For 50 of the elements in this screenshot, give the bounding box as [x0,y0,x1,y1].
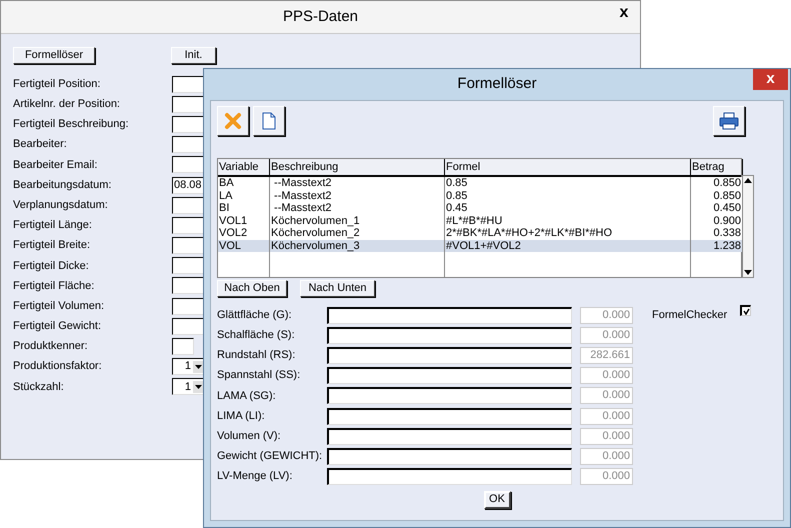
table-cell: #L*#B*#HU [445,214,691,227]
table-cell: 0.85 [445,177,691,190]
result-value: 0.000 [580,448,633,465]
table-cell: 0.85 [445,190,691,202]
window-title: PPS-Daten [282,6,358,27]
result-value: 0.000 [580,326,633,344]
field-label: Produktkenner: [13,339,89,354]
result-value: 0.000 [580,428,633,445]
field-label: Bearbeiter Email: [13,158,98,173]
field-label: Fertigteil Breite: [13,238,92,254]
table-cell: #VOL1+#VOL2 [445,240,691,252]
table-cell: Köchervolumen_3 [270,240,445,252]
field-label: Fertigteil Beschreibung: [13,117,130,132]
table-cell: VOL2 [218,227,270,240]
result-value: 282.661 [580,346,633,364]
table-cell: 1.238 [691,240,743,252]
result-label: LIMA (LI): [217,408,266,424]
field-label: Bearbeiter: [13,137,68,152]
result-value: 0.000 [580,468,633,486]
field-label: Fertigteil Fläche: [13,278,96,294]
result-label: LV-Menge (LV): [217,469,294,484]
table-cell: 2*#BK*#LA*#HO+2*#LK*#BI*#HO [445,227,691,240]
table-cell: BI [218,202,270,214]
field-label: Bearbeitungsdatum: [13,178,112,193]
result-label: Gewicht (GEWICHT): [217,449,324,464]
result-value: 0.000 [580,408,633,425]
result-value: 0.000 [580,367,633,384]
field-label: Fertigteil Länge: [13,218,93,234]
result-label: Schalfläche (S): [217,328,296,344]
field-label: Fertigteil Gewicht: [13,319,102,334]
table-cell: BA [218,177,270,190]
window-title: Formellöser [457,74,537,94]
table-cell: VOL1 [218,214,270,227]
field-label: Fertigteil Position: [13,76,102,92]
field-label: Fertigteil Volumen: [13,298,106,314]
table-cell: Köchervolumen_1 [270,214,445,227]
field-label: Produktionsfaktor: [13,359,103,374]
field-label: Fertigteil Dicke: [13,258,90,274]
field-label: Verplanungsdatum: [13,198,109,213]
table-cell: VOL [218,240,270,252]
checker-label: FormelChecker [652,308,728,323]
result-value: 0.000 [580,306,633,324]
result-value: 0.000 [580,387,633,404]
table-cell: 0.45 [445,202,691,214]
field-label: Stückzahl: [13,380,65,395]
table-cell: Köchervolumen_2 [270,227,445,240]
table-cell: LA [218,190,270,202]
result-label: Volumen (V): [217,428,282,444]
result-label: Glättfläche (G): [217,308,293,323]
field-label: Artikelnr. der Position: [13,97,121,112]
